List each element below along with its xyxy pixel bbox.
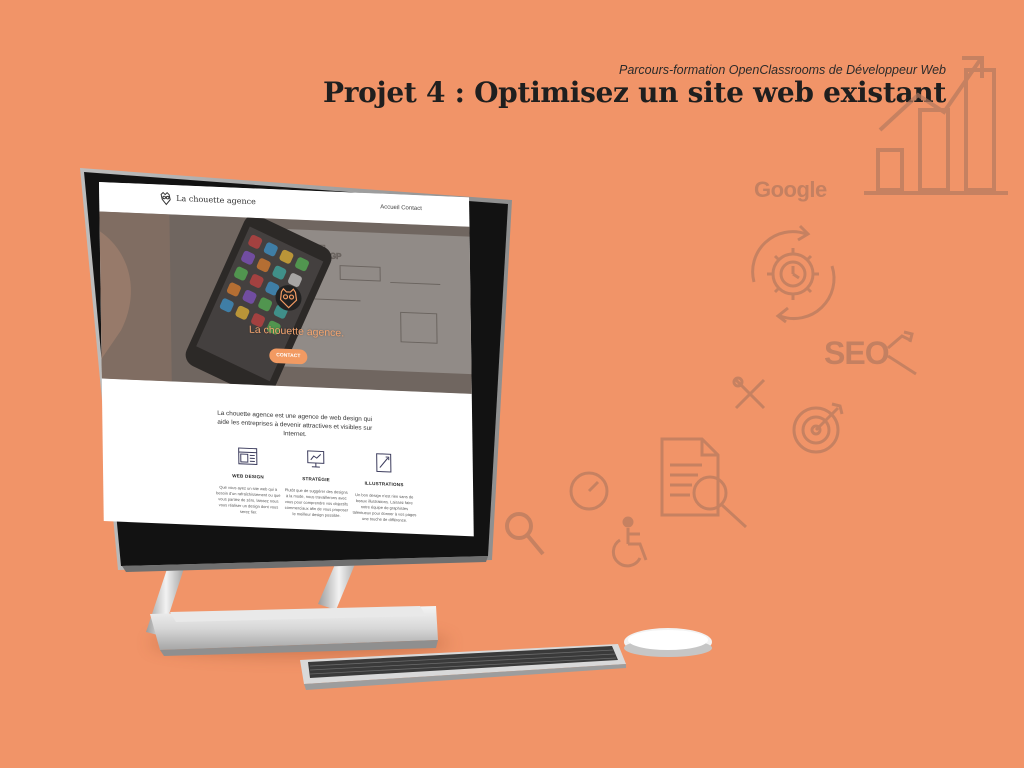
service-web-design: WEB DESIGN Que vous ayez un site web qui… [215, 446, 282, 517]
contact-button[interactable]: CONTACT [269, 348, 308, 365]
tools-icon [732, 376, 766, 410]
monitor-screen: La chouette agence Accueil Contact GP [99, 182, 474, 537]
gear-refresh-icon [751, 224, 836, 324]
nav-link-contact[interactable]: Contact [401, 205, 422, 212]
accessibility-icon [611, 516, 648, 568]
page-title: Projet 4 : Optimisez un site web existan… [322, 76, 946, 109]
document-search-icon [660, 437, 748, 529]
service-text: Plutôt que de suggérer des designs à la … [284, 487, 349, 519]
seo-target-arrow-icon [887, 330, 917, 376]
speedometer-icon [569, 471, 609, 511]
service-text: Que vous ayez un site web qui a besoin d… [216, 484, 281, 515]
strategy-icon [307, 450, 325, 468]
illustration-icon [376, 453, 392, 473]
service-title: STRATÉGIE [302, 476, 330, 483]
service-title: WEB DESIGN [232, 473, 264, 480]
service-title: ILLUSTRATIONS [364, 480, 404, 488]
service-text: Un bon design n'est rien sans de beaux i… [352, 492, 417, 523]
web-design-icon [238, 447, 258, 465]
agency-intro: La chouette agence est une agence de web… [217, 409, 373, 439]
bar-chart-icon [864, 56, 1008, 195]
owl-logo-icon [160, 191, 171, 206]
service-illustrations: ILLUSTRATIONS Un bon design n'est rien s… [351, 452, 418, 524]
seo-logo-text: SEO [824, 335, 890, 371]
magnifier-icon [505, 512, 545, 556]
google-logo-text: Google [754, 177, 827, 202]
target-icon [792, 402, 844, 454]
nav-link-home[interactable]: Accueil [380, 204, 399, 211]
hero-photo: GP [99, 211, 472, 394]
site-logo-text[interactable]: La chouette agence [176, 194, 256, 206]
desk-shadow [150, 630, 450, 656]
hero-banner: GP [99, 211, 472, 394]
service-strategy: STRATÉGIE Plutôt que de suggérer des des… [283, 449, 350, 520]
